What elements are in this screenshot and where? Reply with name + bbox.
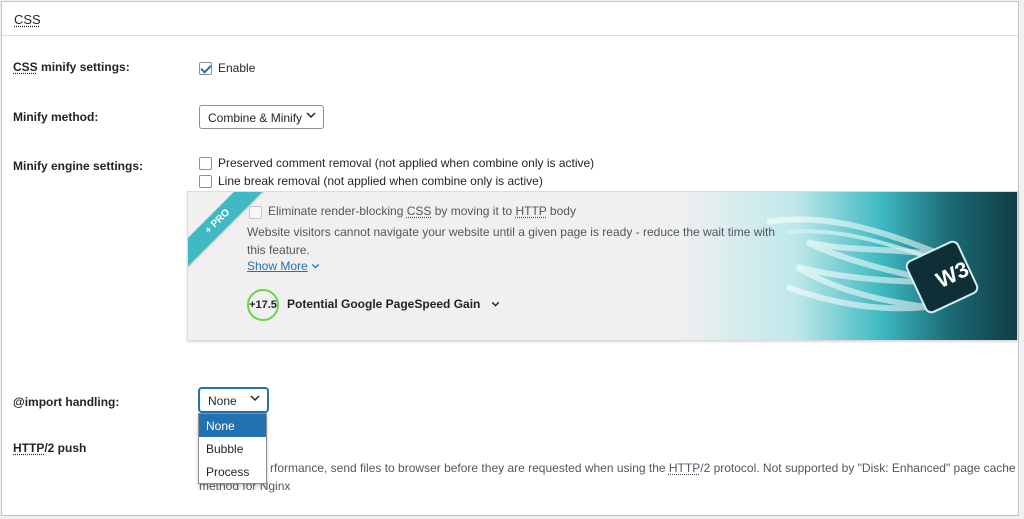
pagespeed-gain-badge: +17.5 bbox=[247, 289, 279, 321]
css-minify-label: CSS minify settings: bbox=[13, 60, 130, 74]
render-blocking-checkbox[interactable] bbox=[249, 206, 262, 219]
http2-help-post: /2 protocol. Not supported by "Disk: Enh… bbox=[700, 461, 1016, 475]
http2-help-abbr: HTTP bbox=[668, 461, 701, 475]
pagespeed-gain-label: Potential Google PageSpeed Gain bbox=[287, 297, 481, 311]
import-handling-dropdown: None Bubble Process bbox=[198, 413, 267, 484]
chevron-down-icon bbox=[311, 259, 320, 273]
import-handling-select[interactable]: None bbox=[199, 388, 268, 412]
render-blocking-http-abbr: HTTP bbox=[515, 204, 547, 218]
chevron-down-icon bbox=[490, 297, 501, 311]
render-blocking-pre: Eliminate render-blocking bbox=[268, 204, 407, 218]
css-minify-enable-checkbox[interactable] bbox=[199, 62, 212, 75]
line-break-label: Line break removal (not applied when com… bbox=[218, 174, 543, 188]
css-abbr: CSS bbox=[13, 60, 38, 74]
import-handling-value: None bbox=[208, 394, 237, 408]
section-header: CSS bbox=[2, 2, 1018, 36]
show-more-link[interactable]: Show More bbox=[247, 259, 320, 273]
http2-help-text: rformance, send files to browser before … bbox=[270, 461, 1016, 475]
render-blocking-option-label: Eliminate render-blocking CSS by moving … bbox=[268, 204, 576, 218]
pro-description: Website visitors cannot navigate your we… bbox=[247, 223, 787, 259]
http2-push-label: HTTP/2 push bbox=[13, 441, 86, 455]
render-blocking-css-abbr: CSS bbox=[406, 204, 432, 218]
show-more-text: Show More bbox=[247, 259, 308, 273]
css-minify-label-text: minify settings: bbox=[37, 60, 130, 74]
minify-method-label: Minify method: bbox=[13, 110, 99, 124]
pro-feature-box: W3 + PRO Eliminate render-blocking CSS b… bbox=[187, 191, 1018, 341]
minify-method-select[interactable]: Combine & Minify bbox=[199, 105, 324, 129]
chevron-down-icon bbox=[306, 110, 316, 123]
minify-method-value: Combine & Minify bbox=[208, 111, 303, 125]
preserved-comment-checkbox[interactable] bbox=[199, 157, 212, 170]
pro-description-line2: this feature. bbox=[247, 243, 310, 257]
import-option-bubble[interactable]: Bubble bbox=[199, 437, 266, 460]
chevron-down-icon bbox=[250, 393, 260, 406]
preserved-comment-label: Preserved comment removal (not applied w… bbox=[218, 156, 595, 170]
import-handling-label: @import handling: bbox=[13, 395, 120, 409]
line-break-checkbox[interactable] bbox=[199, 175, 212, 188]
http-abbr: HTTP bbox=[13, 441, 45, 455]
pagespeed-gain-toggle[interactable]: Potential Google PageSpeed Gain bbox=[287, 297, 501, 311]
pro-description-line1: Website visitors cannot navigate your we… bbox=[247, 225, 776, 239]
render-blocking-mid: by moving it to bbox=[431, 204, 516, 218]
import-option-none[interactable]: None bbox=[199, 414, 266, 437]
http2-push-label-text: /2 push bbox=[44, 441, 87, 455]
http2-help-pre: rformance, send files to browser before … bbox=[270, 461, 669, 475]
section-title: CSS bbox=[14, 12, 41, 27]
css-minify-enable-label: Enable bbox=[218, 61, 256, 75]
render-blocking-post: body bbox=[546, 204, 576, 218]
minify-engine-label: Minify engine settings: bbox=[13, 159, 144, 173]
import-option-process[interactable]: Process bbox=[199, 460, 266, 483]
